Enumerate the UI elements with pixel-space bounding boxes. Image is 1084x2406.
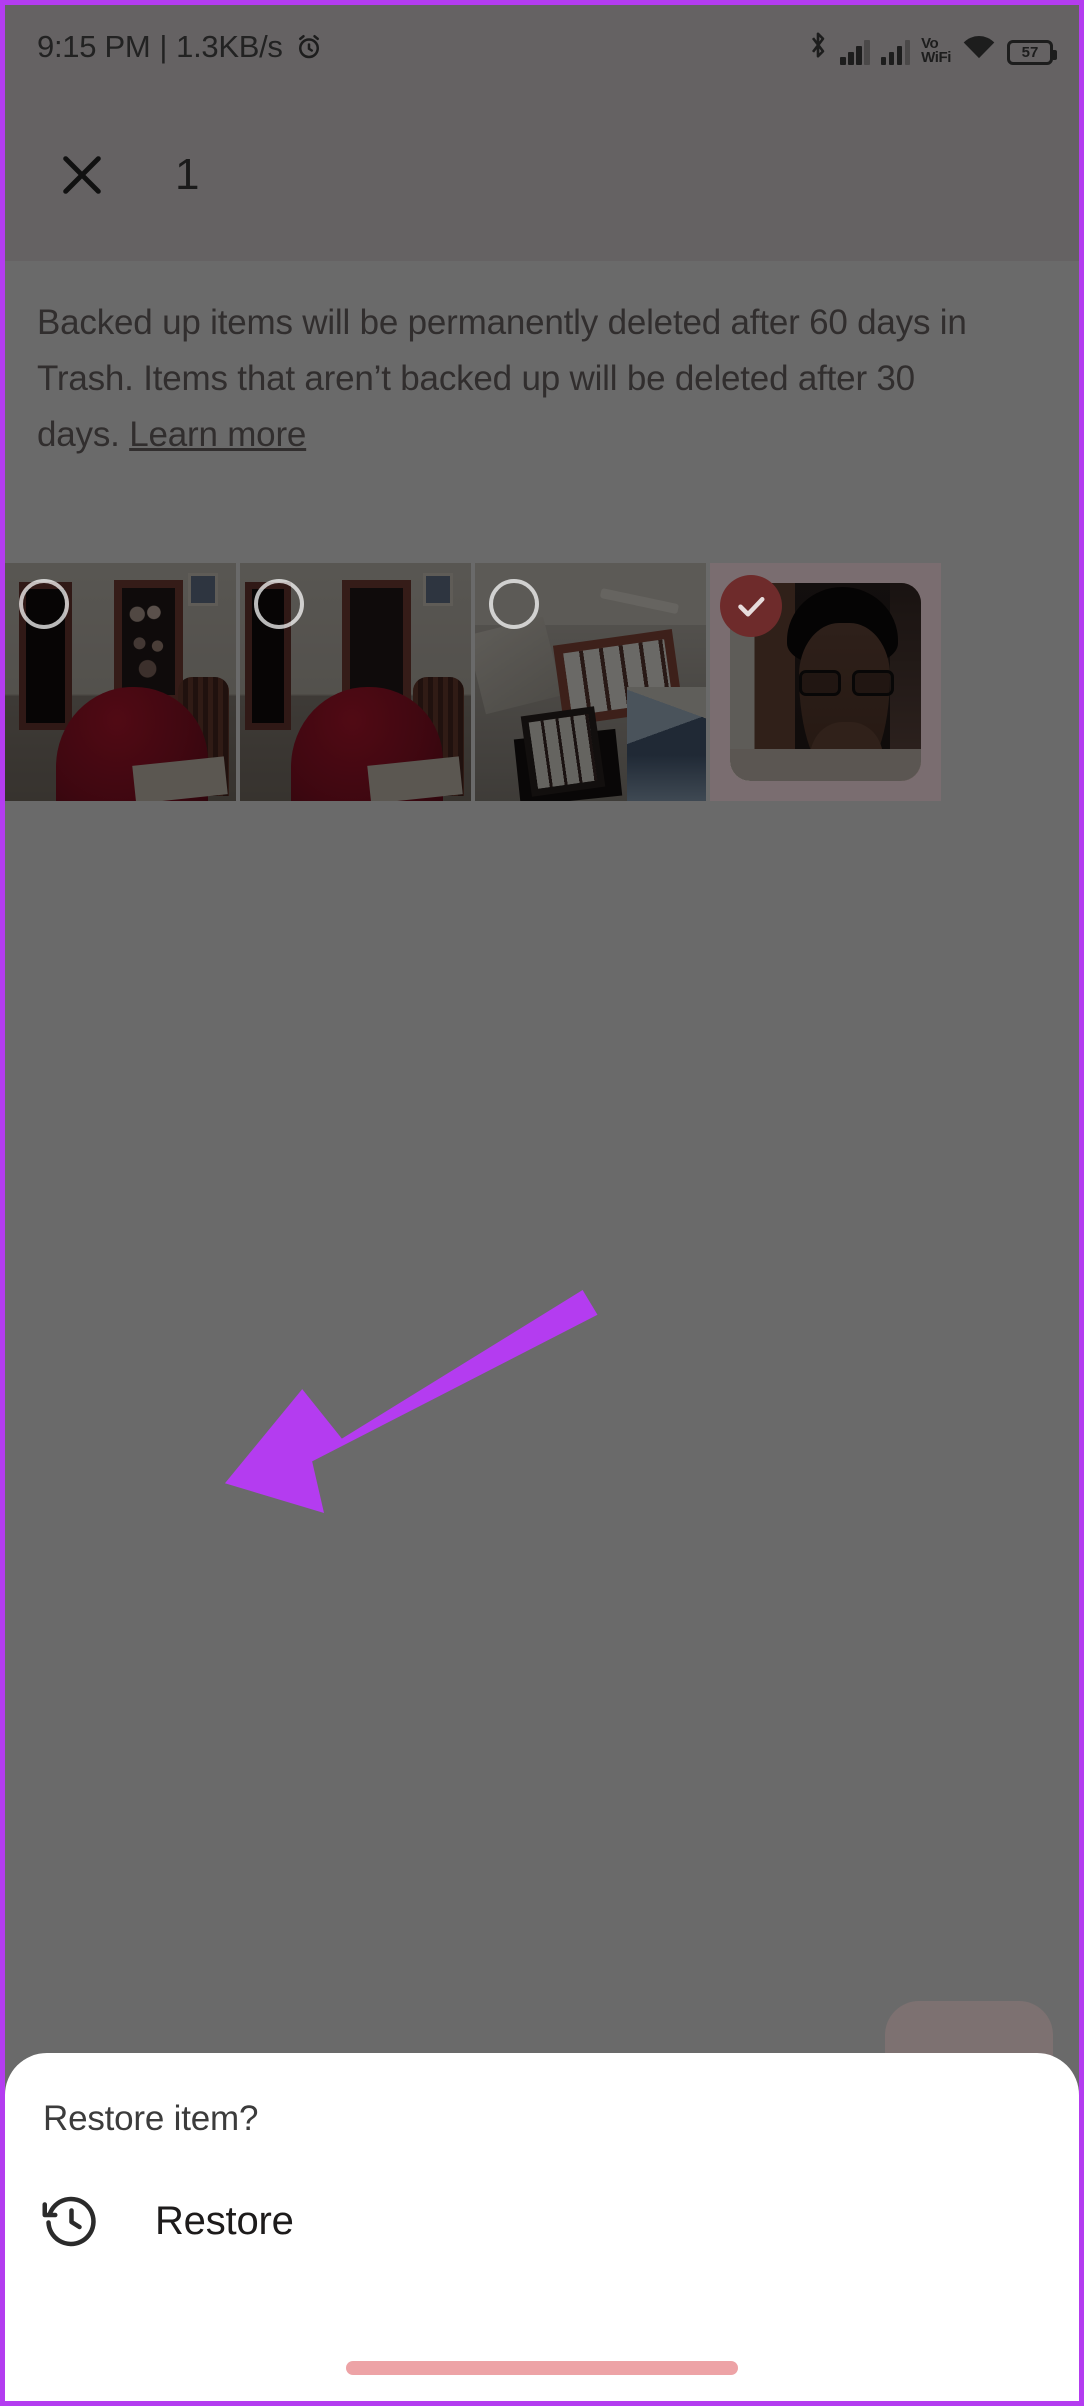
signal-bars-icon (840, 39, 870, 65)
app-content-dimmed: 9:15 PM | 1.3KB/s Vo WiFi 57 1 Backed up… (5, 5, 1079, 2401)
status-bar-right: Vo WiFi 57 (807, 30, 1057, 66)
selection-circle-unchecked[interactable] (19, 579, 69, 629)
status-separator: | (159, 29, 168, 64)
battery-icon: 57 (1007, 39, 1057, 65)
selection-checkmark-icon[interactable] (720, 575, 782, 637)
trash-info-text: Backed up items will be permanently dele… (5, 261, 1025, 463)
battery-level: 57 (1021, 43, 1039, 61)
restore-menu-item[interactable]: Restore (5, 2139, 1079, 2251)
alarm-icon (294, 32, 324, 62)
wifi-icon (962, 33, 996, 65)
status-bar-left: 9:15 PM | 1.3KB/s (37, 29, 324, 65)
grid-item-photo-1[interactable] (5, 563, 236, 801)
grid-item-photo-2[interactable] (240, 563, 471, 801)
network-speed: 1.3KB/s (176, 29, 283, 64)
trash-photo-grid (5, 563, 1079, 801)
home-indicator[interactable] (346, 2361, 738, 2375)
history-restore-icon (41, 2191, 101, 2251)
vowifi-icon: Vo WiFi (921, 36, 951, 66)
status-bar: 9:15 PM | 1.3KB/s Vo WiFi 57 (5, 5, 1079, 89)
restore-label: Restore (155, 2198, 294, 2243)
restore-bottom-sheet: Restore item? Restore (5, 2053, 1079, 2401)
signal-bars-icon (880, 39, 911, 65)
selection-app-bar: 1 (5, 89, 1079, 261)
bluetooth-icon (807, 30, 829, 65)
close-icon[interactable] (27, 120, 137, 230)
selected-count: 1 (175, 150, 200, 199)
selection-circle-unchecked[interactable] (254, 579, 304, 629)
bottom-sheet-title: Restore item? (43, 2099, 259, 2138)
selection-circle-unchecked[interactable] (489, 579, 539, 629)
vowifi-line2: WiFi (921, 48, 951, 66)
grid-item-photo-3[interactable] (475, 563, 706, 801)
learn-more-link[interactable]: Learn more (129, 415, 306, 454)
phone-screenshot-frame: 9:15 PM | 1.3KB/s Vo WiFi 57 1 Backed up… (0, 0, 1084, 2406)
status-time: 9:15 PM (37, 29, 151, 64)
grid-item-photo-4-selected[interactable] (710, 563, 941, 801)
